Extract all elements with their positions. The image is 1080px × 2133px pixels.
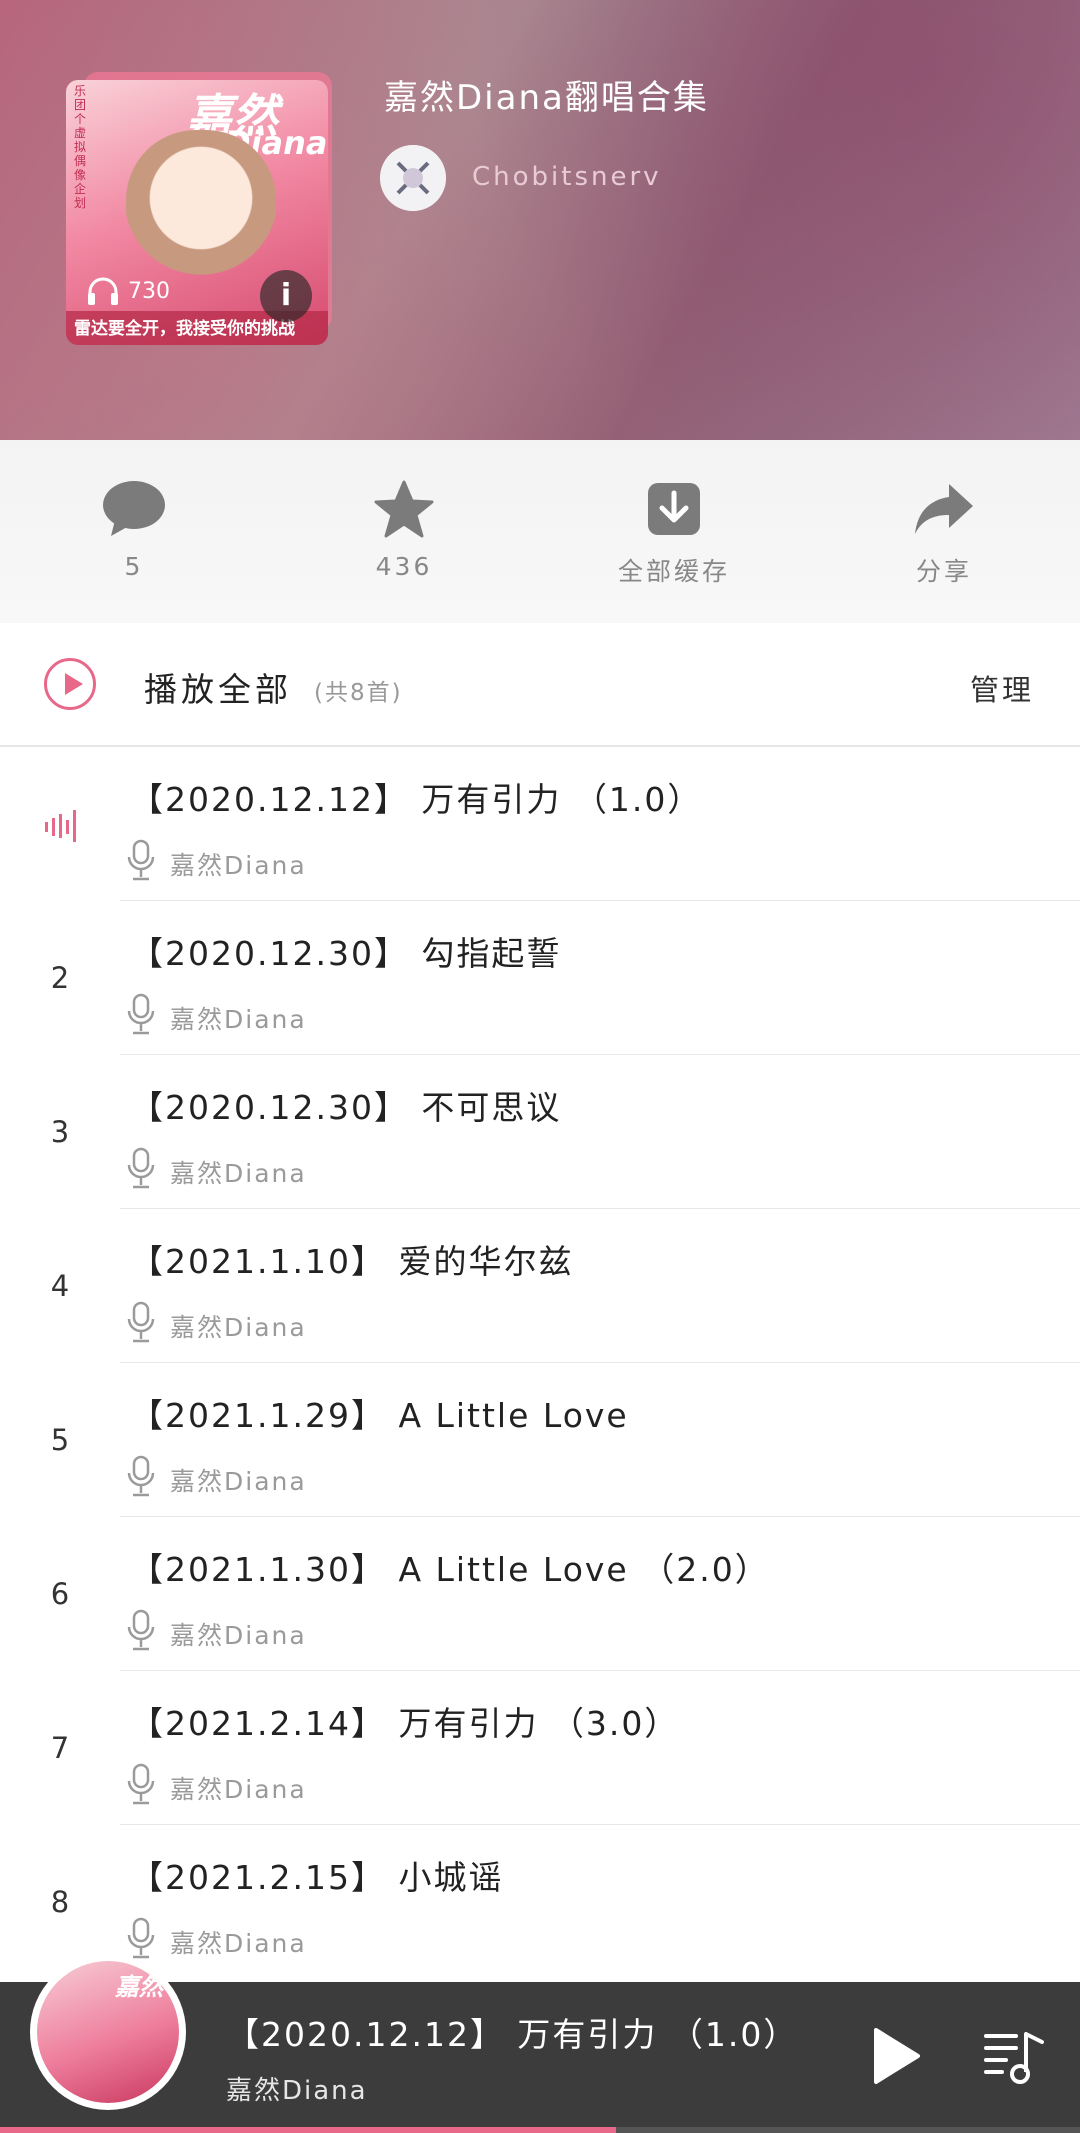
play-all-icon[interactable]: [44, 658, 96, 710]
song-artist: 嘉然Diana: [170, 1467, 307, 1496]
song-row[interactable]: 8 【2021.2.15】 小城谣 嘉然Diana: [0, 1825, 1080, 1979]
microphone-icon: [127, 1763, 155, 1805]
share-label: 分享: [915, 557, 972, 586]
microphone-icon: [127, 839, 155, 881]
song-title: 【2020.12.12】 万有引力 （1.0）: [130, 780, 703, 819]
song-title: 【2020.12.30】 不可思议: [130, 1088, 562, 1127]
cover-image[interactable]: 乐团个虚拟偶像企划 嘉然 Diana 雷达要全开，我接受你的挑战 730 i: [66, 80, 328, 345]
song-row[interactable]: 7 【2021.2.14】 万有引力 （3.0） 嘉然Diana: [0, 1671, 1080, 1825]
song-title: 【2021.2.14】 万有引力 （3.0）: [130, 1704, 680, 1743]
microphone-icon: [127, 1455, 155, 1497]
song-artist: 嘉然Diana: [170, 1159, 307, 1188]
headphones-icon: [88, 277, 118, 305]
song-index: 3: [50, 1115, 70, 1149]
cover-slogan: 雷达要全开，我接受你的挑战: [74, 319, 295, 339]
microphone-icon: [127, 1147, 155, 1189]
song-row[interactable]: 3 【2020.12.30】 不可思议 嘉然Diana: [0, 1055, 1080, 1209]
song-index: 4: [50, 1269, 70, 1303]
download-all-button[interactable]: 全部缓存: [574, 476, 774, 588]
song-index: 2: [50, 961, 70, 995]
song-title: 【2020.12.30】 勾指起誓: [130, 934, 562, 973]
comment-button[interactable]: 5: [34, 476, 234, 581]
microphone-icon: [127, 1917, 155, 1959]
song-index: 7: [50, 1731, 70, 1765]
play-count-value: 730: [128, 278, 170, 304]
song-title: 【2021.2.15】 小城谣: [130, 1858, 504, 1897]
song-row[interactable]: 4 【2021.1.10】 爱的华尔兹 嘉然Diana: [0, 1209, 1080, 1363]
download-icon: [648, 483, 700, 535]
playlist-queue-icon[interactable]: [982, 2028, 1046, 2086]
song-count: (共8首): [314, 680, 403, 706]
player-artist: 嘉然Diana: [226, 2076, 368, 2106]
album-disc: 嘉然: [37, 1961, 179, 2103]
playlist-title: 嘉然Diana翻唱合集: [384, 78, 709, 118]
avatar-image: [380, 145, 446, 211]
play-all-label[interactable]: 播放全部: [144, 663, 292, 711]
sound-bars-icon: [45, 810, 76, 842]
mini-player[interactable]: 嘉然 【2020.12.12】 万有引力 （1.0） 嘉然Diana: [0, 1954, 1080, 2133]
song-artist: 嘉然Diana: [170, 1621, 307, 1650]
song-title: 【2021.1.29】 A Little Love: [130, 1396, 629, 1435]
song-title: 【2021.1.30】 A Little Love （2.0）: [130, 1550, 770, 1589]
star-icon: [374, 480, 434, 538]
song-row[interactable]: 2 【2020.12.30】 勾指起誓 嘉然Diana: [0, 901, 1080, 1055]
song-title: 【2021.1.10】 爱的华尔兹: [130, 1242, 574, 1281]
comment-count: 5: [124, 552, 144, 581]
cover-side-text: 乐团个虚拟偶像企划: [74, 84, 87, 210]
song-row[interactable]: 5 【2021.1.29】 A Little Love 嘉然Diana: [0, 1363, 1080, 1517]
play-all-bar: 播放全部 (共8首) 管理: [0, 623, 1080, 747]
microphone-icon: [127, 993, 155, 1035]
play-count: 730: [86, 276, 170, 306]
song-artist: 嘉然Diana: [170, 1775, 307, 1804]
comment-icon: [103, 481, 165, 536]
creator-name[interactable]: Chobitsnerv: [472, 162, 662, 192]
playlist-cover[interactable]: 乐团个虚拟偶像企划 嘉然 Diana 雷达要全开，我接受你的挑战 730 i: [66, 72, 332, 348]
playlist-header: 乐团个虚拟偶像企划 嘉然 Diana 雷达要全开，我接受你的挑战 730 i 嘉…: [0, 0, 1080, 440]
play-icon[interactable]: [870, 2026, 922, 2086]
song-index: 5: [50, 1423, 70, 1457]
cover-character: [126, 130, 276, 300]
action-bar: 5 436 全部缓存 分享: [0, 440, 1080, 623]
player-album-art[interactable]: 嘉然: [30, 1954, 186, 2110]
microphone-icon: [127, 1609, 155, 1651]
share-icon: [915, 484, 973, 534]
song-row[interactable]: 【2020.12.12】 万有引力 （1.0） 嘉然Diana: [0, 747, 1080, 901]
manage-button[interactable]: 管理: [970, 667, 1034, 709]
microphone-icon: [127, 1301, 155, 1343]
progress-fill: [0, 2127, 616, 2133]
download-all-label: 全部缓存: [617, 557, 730, 586]
now-playing-indicator: [0, 747, 120, 901]
favorite-count: 436: [375, 552, 433, 581]
playback-progress[interactable]: [0, 2127, 1080, 2133]
favorite-button[interactable]: 436: [304, 476, 504, 581]
info-icon[interactable]: i: [260, 270, 312, 322]
song-index: 6: [50, 1577, 70, 1611]
song-artist: 嘉然Diana: [170, 1313, 307, 1342]
share-button[interactable]: 分享: [844, 476, 1044, 588]
song-row[interactable]: 6 【2021.1.30】 A Little Love （2.0） 嘉然Dian…: [0, 1517, 1080, 1671]
song-artist: 嘉然Diana: [170, 1005, 307, 1034]
song-artist: 嘉然Diana: [170, 851, 307, 880]
creator-avatar[interactable]: [380, 145, 446, 211]
player-song-title: 【2020.12.12】 万有引力 （1.0）: [226, 2015, 799, 2054]
disc-brand: 嘉然: [115, 1973, 163, 2001]
song-artist: 嘉然Diana: [170, 1929, 307, 1958]
